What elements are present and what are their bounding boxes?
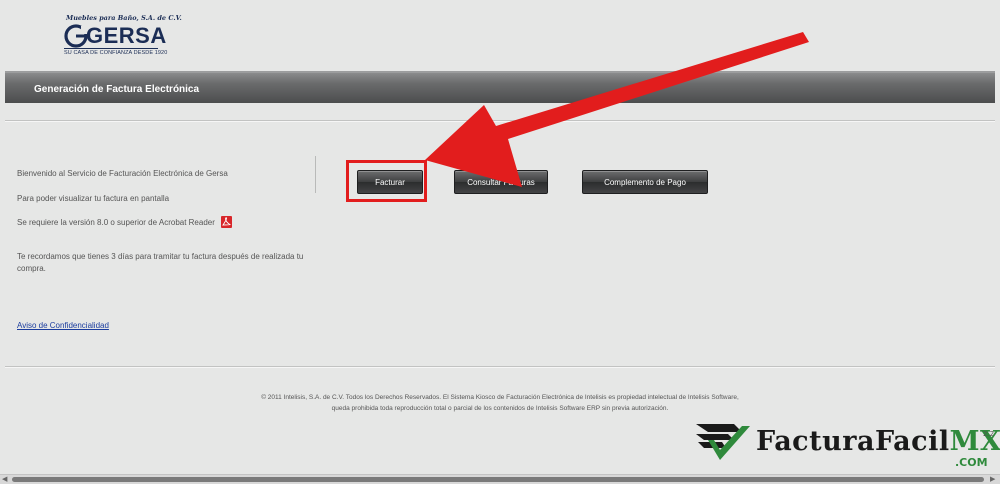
gersa-g-icon xyxy=(64,24,88,48)
watermark-main: FacturaFacil xyxy=(756,426,950,457)
divider-top xyxy=(5,120,995,122)
gersa-logo: Muebles para Baño, S.A. de C.V. GERSA SU… xyxy=(64,14,182,60)
reminder-text-2: compra. xyxy=(17,264,46,273)
brand-tagline-bottom: SU CASA DE CONFIANZA DESDE 1920 xyxy=(64,50,168,56)
brand-tagline-top: Muebles para Baño, S.A. de C.V. xyxy=(66,14,182,22)
page-title: Generación de Factura Electrónica xyxy=(34,84,200,95)
logo-rule xyxy=(64,48,158,49)
footer-line-1: © 2011 Intelisis, S.A. de C.V. Todos los… xyxy=(261,394,739,401)
reminder-text-1: Te recordamos que tienes 3 días para tra… xyxy=(17,252,304,261)
facturafacil-logo-icon xyxy=(696,424,750,460)
brand-name: GERSA xyxy=(86,23,167,48)
facturafacil-watermark: FacturaFacilMX 2.2 .COM xyxy=(694,420,1000,470)
footer-line-2: queda prohibida toda reproducción total … xyxy=(331,405,669,412)
watermark-suffix: .COM xyxy=(955,456,988,469)
watermark-text: FacturaFacilMX xyxy=(756,426,1000,457)
divider-bottom xyxy=(5,366,995,368)
header-bar: Generación de Factura Electrónica xyxy=(5,71,995,103)
privacy-notice-link[interactable]: Aviso de Confidencialidad xyxy=(17,321,109,330)
watermark-version: 2.2 xyxy=(983,430,995,438)
scrollbar-thumb[interactable] xyxy=(12,477,984,482)
consultar-facturas-button[interactable]: Consultar Facturas xyxy=(454,170,548,194)
acrobat-line: Se requiere la versión 8.0 o superior de… xyxy=(17,216,232,228)
pdf-icon[interactable] xyxy=(220,216,232,228)
view-pdf-text: Para poder visualizar tu factura en pant… xyxy=(17,194,170,203)
acrobat-text: Se requiere la versión 8.0 o superior de… xyxy=(17,218,215,227)
vertical-divider xyxy=(315,156,316,193)
annotation-highlight-box xyxy=(346,160,427,202)
complemento-pago-button[interactable]: Complemento de Pago xyxy=(582,170,708,194)
welcome-text: Bienvenido al Servicio de Facturación El… xyxy=(17,169,228,178)
